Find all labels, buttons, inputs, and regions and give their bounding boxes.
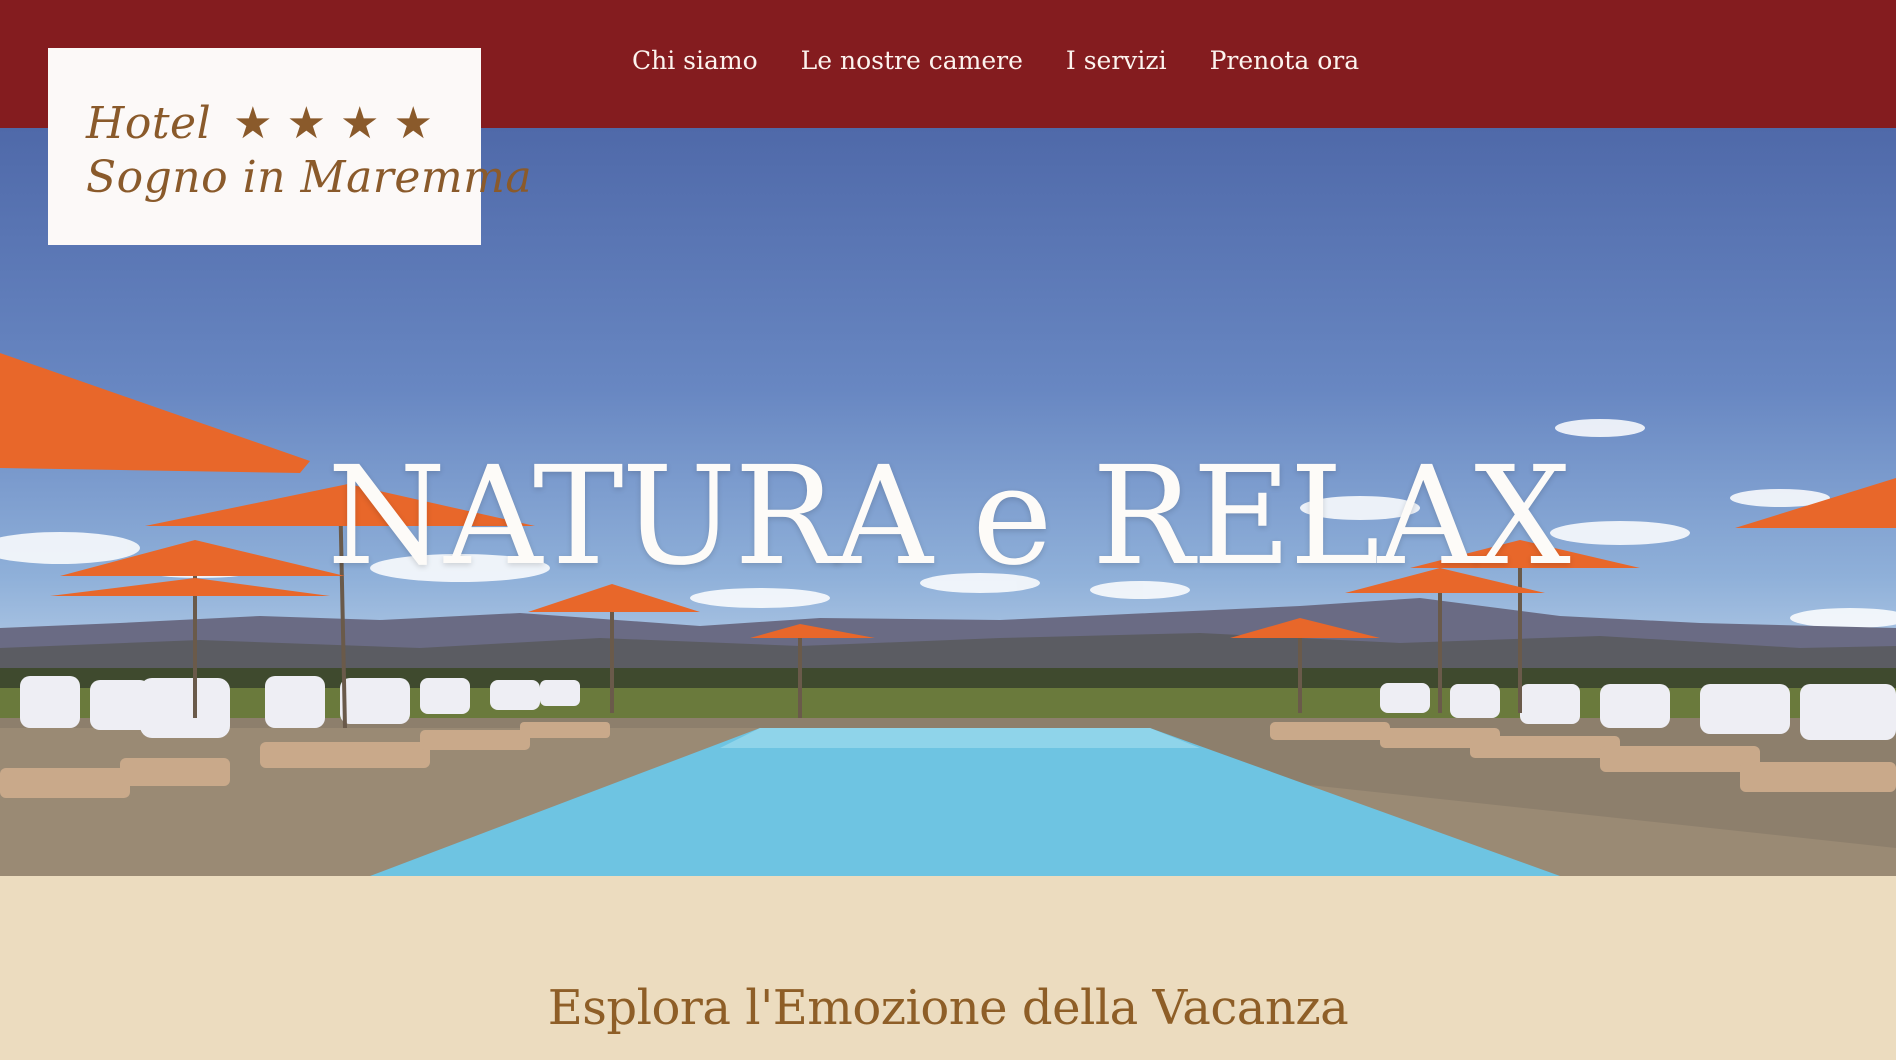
main-nav: Chi siamo Le nostre camere I servizi Pre… — [632, 46, 1359, 75]
logo-line-hotel: Hotel ★★★★ — [86, 98, 447, 149]
nav-i-servizi[interactable]: I servizi — [1066, 46, 1167, 75]
intro-section: Esplora l'Emozione della Vacanza — [0, 876, 1896, 1060]
hotel-logo[interactable]: Hotel ★★★★ Sogno in Maremma — [48, 48, 532, 245]
nav-chi-siamo[interactable]: Chi siamo — [632, 46, 758, 75]
nav-le-nostre-camere[interactable]: Le nostre camere — [801, 46, 1023, 75]
logo-hotel-name: Sogno in Maremma — [86, 152, 533, 203]
star-rating-icon: ★★★★ — [233, 98, 447, 149]
hero-title: NATURA e RELAX — [327, 438, 1571, 596]
section-title: Esplora l'Emozione della Vacanza — [547, 980, 1349, 1036]
nav-prenota-ora[interactable]: Prenota ora — [1210, 46, 1360, 75]
logo-hotel-text: Hotel — [86, 98, 212, 149]
